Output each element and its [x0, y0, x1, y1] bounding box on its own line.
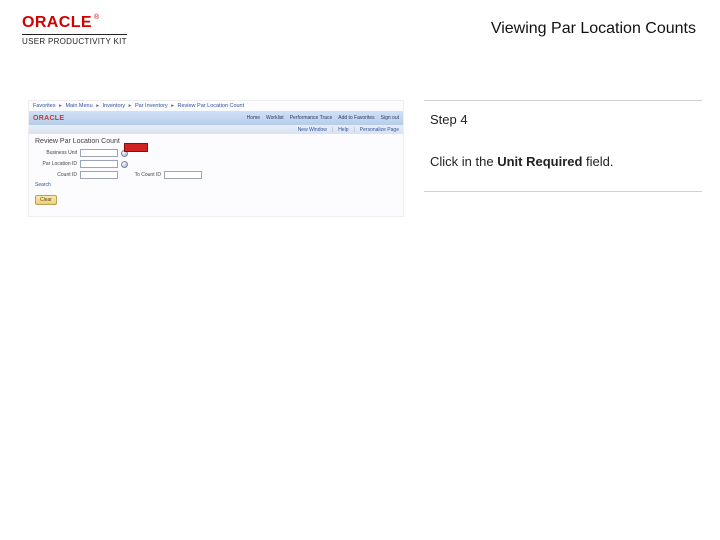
tab-add-favorites[interactable]: Add to Favorites — [338, 115, 374, 121]
breadcrumb-item[interactable]: Inventory — [103, 103, 126, 109]
brand-name: ORACLE — [22, 14, 92, 31]
label-count-id: Count ID — [35, 172, 77, 178]
link-help[interactable]: Help — [338, 127, 348, 133]
link-personalize[interactable]: Personalize Page — [360, 127, 399, 133]
instruction-panel: Step 4 Click in the Unit Required field. — [424, 100, 702, 192]
search-link[interactable]: Search — [35, 182, 397, 188]
instruction-bold: Unit Required — [497, 154, 582, 169]
global-tabs: Home Worklist Performance Trace Add to F… — [247, 115, 399, 121]
tab-home[interactable]: Home — [247, 115, 260, 121]
app-screenshot: Favorites ▸ Main Menu ▸ Inventory ▸ Par … — [28, 100, 404, 217]
business-unit-field[interactable] — [80, 149, 118, 157]
brand-tm: ® — [94, 14, 99, 21]
tab-performance-trace[interactable]: Performance Trace — [290, 115, 333, 121]
clear-button[interactable]: Clear — [35, 195, 57, 205]
tab-worklist[interactable]: Worklist — [266, 115, 284, 121]
breadcrumb-item[interactable]: Favorites — [33, 103, 56, 109]
breadcrumb-item[interactable]: Review Par Location Count — [178, 103, 245, 109]
instruction-prefix: Click in the — [430, 154, 497, 169]
label-business-unit: Business Unit — [35, 150, 77, 156]
step-label: Step 4 — [430, 111, 700, 129]
par-location-field[interactable] — [80, 160, 118, 168]
instruction-text: Click in the Unit Required field. — [430, 153, 700, 171]
count-id-field[interactable] — [80, 171, 118, 179]
section-heading: Review Par Location Count — [29, 134, 403, 147]
page-title: Viewing Par Location Counts — [491, 20, 696, 38]
instruction-suffix: field. — [582, 154, 613, 169]
breadcrumb-item[interactable]: Par Inventory — [135, 103, 168, 109]
tab-sign-out[interactable]: Sign out — [381, 115, 399, 121]
lookup-icon[interactable] — [121, 161, 128, 168]
brand-subtitle: USER PRODUCTIVITY KIT — [22, 34, 127, 46]
breadcrumb: Favorites ▸ Main Menu ▸ Inventory ▸ Par … — [29, 101, 403, 111]
label-par-location: Par Location ID — [35, 161, 77, 167]
link-new-window[interactable]: New Window — [298, 127, 327, 133]
to-count-id-field[interactable] — [164, 171, 202, 179]
label-to-count-id: To Count ID — [121, 172, 161, 178]
app-brand: ORACLE — [33, 115, 64, 122]
breadcrumb-item[interactable]: Main Menu — [65, 103, 92, 109]
logo-block: ORACLE® USER PRODUCTIVITY KIT — [22, 14, 127, 46]
highlight-marker — [124, 143, 148, 152]
